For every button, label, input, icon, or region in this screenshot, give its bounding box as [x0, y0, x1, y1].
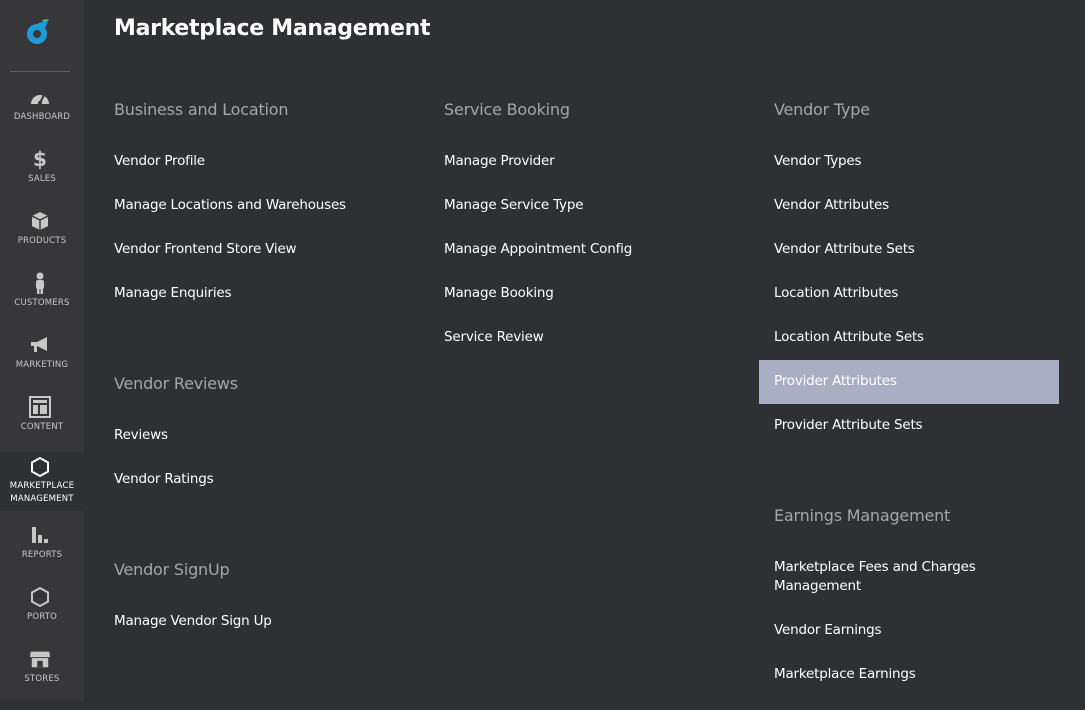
nav-customers[interactable]: Customers: [0, 272, 84, 334]
page-title: Marketplace Management: [114, 16, 431, 41]
link-vendor-earnings[interactable]: Vendor Earnings: [774, 621, 882, 640]
nav-marketplace-label-line2: Management: [10, 494, 74, 504]
nav-marketplace-label: Marketplace Management: [0, 480, 84, 506]
logo-icon[interactable]: [22, 16, 54, 48]
link-manage-booking[interactable]: Manage Booking: [444, 284, 554, 303]
link-location-attributes[interactable]: Location Attributes: [774, 284, 898, 303]
link-manage-service-type[interactable]: Manage Service Type: [444, 196, 584, 215]
link-manage-enquiries[interactable]: Manage Enquiries: [114, 284, 232, 303]
link-vendor-attribute-sets[interactable]: Vendor Attribute Sets: [774, 240, 915, 259]
link-marketplace-earnings[interactable]: Marketplace Earnings: [774, 665, 916, 684]
link-vendor-attributes[interactable]: Vendor Attributes: [774, 196, 889, 215]
nav-marketplace-label-line1: Marketplace: [9, 481, 75, 491]
sidebar: Dashboard $ Sales Products Customers Mar…: [0, 0, 84, 701]
bar-chart-icon: [29, 524, 51, 546]
link-provider-attribute-sets[interactable]: Provider Attribute Sets: [774, 416, 923, 435]
link-vendor-frontend-store-view[interactable]: Vendor Frontend Store View: [114, 240, 297, 259]
sidebar-divider: [10, 71, 70, 72]
nav-porto-label: Porto: [27, 612, 57, 622]
section-title-service: Service Booking: [444, 100, 570, 119]
hexagon-icon: [29, 586, 51, 608]
nav-reports[interactable]: Reports: [0, 524, 84, 586]
link-location-attribute-sets[interactable]: Location Attribute Sets: [774, 328, 924, 347]
link-manage-vendor-sign-up[interactable]: Manage Vendor Sign Up: [114, 612, 272, 631]
section-title-signup: Vendor SignUp: [114, 560, 230, 579]
section-title-reviews: Vendor Reviews: [114, 374, 238, 393]
link-service-review[interactable]: Service Review: [444, 328, 544, 347]
link-manage-locations[interactable]: Manage Locations and Warehouses: [114, 196, 346, 215]
link-vendor-types[interactable]: Vendor Types: [774, 152, 862, 171]
section-title-business: Business and Location: [114, 100, 289, 119]
nav-customers-label: Customers: [14, 298, 70, 308]
section-title-earnings: Earnings Management: [774, 506, 951, 525]
main-content: Marketplace Management Business and Loca…: [84, 0, 1085, 701]
nav-dashboard-label: Dashboard: [13, 112, 71, 122]
layout-icon: [29, 396, 51, 418]
link-vendor-profile[interactable]: Vendor Profile: [114, 152, 205, 171]
nav-marketing-label: Marketing: [15, 360, 69, 370]
nav-products-label: Products: [17, 236, 67, 246]
section-title-vendor-type: Vendor Type: [774, 100, 870, 119]
person-icon: [29, 272, 51, 294]
nav-marketplace-management[interactable]: Marketplace Management: [0, 452, 84, 511]
link-vendor-ratings[interactable]: Vendor Ratings: [114, 470, 214, 489]
nav-dashboard[interactable]: Dashboard: [0, 86, 84, 148]
link-marketplace-fees[interactable]: Marketplace Fees and Charges Management: [774, 558, 1034, 596]
nav-marketing[interactable]: Marketing: [0, 334, 84, 396]
store-icon: [29, 648, 51, 670]
hexagon-icon: [29, 456, 51, 478]
nav-sales-label: Sales: [28, 174, 56, 184]
nav-reports-label: Reports: [21, 550, 63, 560]
link-manage-appointment-config[interactable]: Manage Appointment Config: [444, 240, 632, 259]
nav-sales[interactable]: $ Sales: [0, 147, 84, 210]
dollar-icon: $: [33, 147, 47, 171]
nav-content[interactable]: Content: [0, 396, 84, 458]
link-reviews[interactable]: Reviews: [114, 426, 168, 445]
nav-products[interactable]: Products: [0, 210, 84, 272]
nav-stores-label: Stores: [24, 674, 60, 684]
gauge-icon: [29, 86, 51, 108]
link-provider-attributes[interactable]: Provider Attributes: [774, 372, 897, 391]
nav-content-label: Content: [20, 422, 64, 432]
megaphone-icon: [29, 334, 51, 356]
link-manage-provider[interactable]: Manage Provider: [444, 152, 555, 171]
box-icon: [29, 210, 51, 232]
nav-porto[interactable]: Porto: [0, 586, 84, 648]
